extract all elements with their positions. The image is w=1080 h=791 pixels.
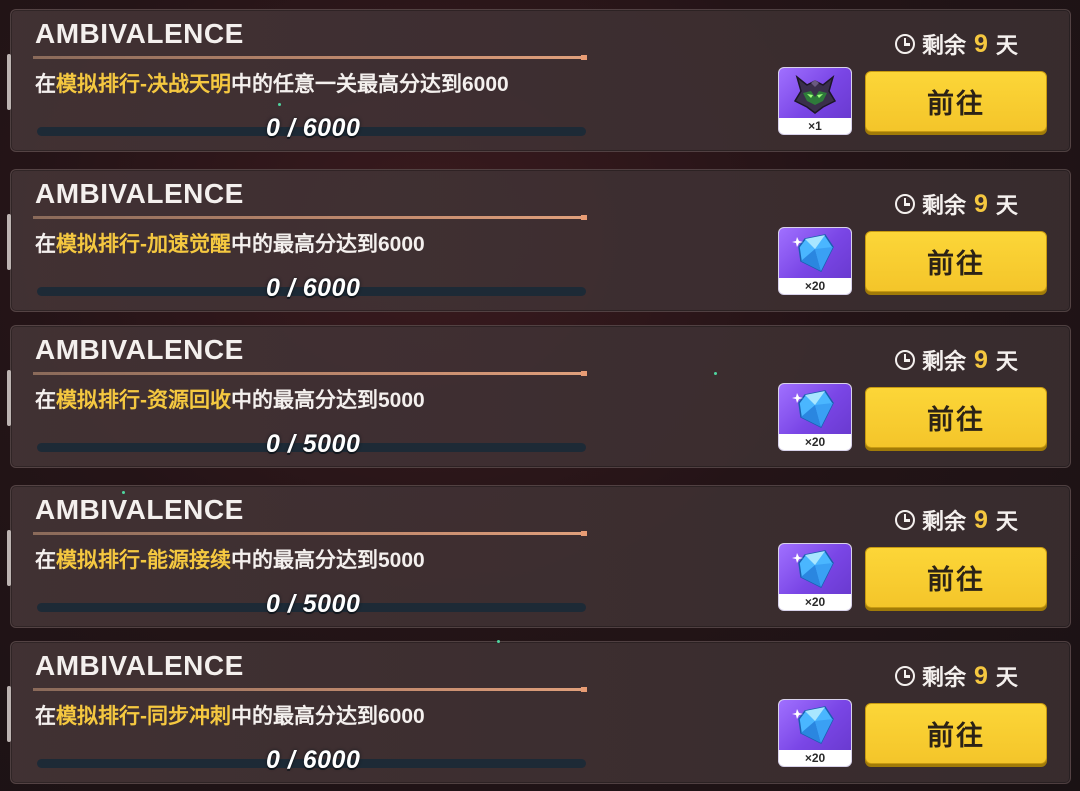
title-divider — [33, 371, 587, 376]
task-title: AMBIVALENCE — [35, 334, 244, 365]
timer-unit: 天 — [995, 193, 1018, 218]
timer-label: 剩余 — [922, 665, 967, 690]
background-sparkle — [714, 372, 717, 375]
progress-text: 0 / 6000 — [266, 114, 361, 142]
reward-count: ×20 — [804, 751, 826, 765]
timer-label: 剩余 — [922, 349, 967, 374]
timer-days: 9 — [974, 189, 988, 218]
background-sparkle — [278, 103, 281, 106]
progress-text: 0 / 5000 — [266, 590, 361, 618]
timer-days: 9 — [974, 505, 988, 534]
desc-suffix: 中的最高分达到5000 — [231, 549, 425, 572]
clock-icon — [895, 510, 915, 530]
desc-highlight: 模拟排行-资源回收 — [56, 389, 231, 412]
desc-suffix: 中的任意一关最高分达到6000 — [231, 73, 509, 96]
title-divider — [33, 55, 587, 60]
task-description: 在模拟排行-加速觉醒中的最高分达到6000 — [35, 228, 425, 258]
task-description: 在模拟排行-同步冲刺中的最高分达到6000 — [35, 700, 425, 730]
background-sparkle — [497, 640, 500, 643]
progress-text: 0 / 6000 — [266, 274, 361, 302]
clock-icon — [895, 194, 915, 214]
progress-text: 0 / 6000 — [266, 746, 361, 774]
task-title: AMBIVALENCE — [35, 650, 244, 681]
clock-icon — [895, 350, 915, 370]
go-button[interactable]: 前往 — [865, 547, 1047, 608]
reward-item[interactable]: ×20 — [779, 700, 851, 766]
timer-days: 9 — [974, 661, 988, 690]
title-divider — [33, 531, 587, 536]
desc-prefix: 在 — [35, 705, 56, 728]
timer-unit: 天 — [995, 33, 1018, 58]
reward-count: ×20 — [804, 595, 826, 609]
timer-label: 剩余 — [922, 193, 967, 218]
task-list: AMBIVALENCE 在模拟排行-决战天明中的任意一关最高分达到6000 0 … — [0, 0, 1080, 791]
desc-highlight: 模拟排行-加速觉醒 — [56, 233, 231, 256]
go-button[interactable]: 前往 — [865, 703, 1047, 764]
timer-label: 剩余 — [922, 509, 967, 534]
task-title: AMBIVALENCE — [35, 494, 244, 525]
background-sparkle — [122, 491, 125, 494]
reward-count: ×1 — [808, 119, 822, 133]
time-remaining: 剩余 9 天 — [895, 29, 1018, 59]
task-card: AMBIVALENCE 在模拟排行-加速觉醒中的最高分达到6000 0 / 60… — [7, 169, 1071, 312]
progress-text: 0 / 5000 — [266, 430, 361, 458]
crystal-icon — [792, 550, 834, 589]
desc-prefix: 在 — [35, 233, 56, 256]
clock-icon — [895, 34, 915, 54]
desc-suffix: 中的最高分达到6000 — [231, 705, 425, 728]
go-button[interactable]: 前往 — [865, 387, 1047, 448]
desc-highlight: 模拟排行-能源接续 — [56, 549, 231, 572]
mecha-helmet-icon — [793, 74, 837, 114]
time-remaining: 剩余 9 天 — [895, 661, 1018, 691]
task-title: AMBIVALENCE — [35, 18, 244, 49]
desc-suffix: 中的最高分达到5000 — [231, 389, 425, 412]
task-description: 在模拟排行-能源接续中的最高分达到5000 — [35, 544, 425, 574]
go-button[interactable]: 前往 — [865, 231, 1047, 292]
desc-highlight: 模拟排行-同步冲刺 — [56, 705, 231, 728]
reward-count: ×20 — [804, 279, 826, 293]
task-description: 在模拟排行-决战天明中的任意一关最高分达到6000 — [35, 68, 509, 98]
time-remaining: 剩余 9 天 — [895, 505, 1018, 535]
reward-count: ×20 — [804, 435, 826, 449]
desc-prefix: 在 — [35, 549, 56, 572]
desc-suffix: 中的最高分达到6000 — [231, 233, 425, 256]
task-card: AMBIVALENCE 在模拟排行-同步冲刺中的最高分达到6000 0 / 60… — [7, 641, 1071, 784]
title-divider — [33, 687, 587, 692]
crystal-icon — [792, 234, 834, 273]
crystal-icon — [792, 390, 834, 429]
task-description: 在模拟排行-资源回收中的最高分达到5000 — [35, 384, 425, 414]
timer-unit: 天 — [995, 509, 1018, 534]
desc-highlight: 模拟排行-决战天明 — [56, 73, 231, 96]
timer-label: 剩余 — [922, 33, 967, 58]
timer-unit: 天 — [995, 349, 1018, 374]
task-card: AMBIVALENCE 在模拟排行-决战天明中的任意一关最高分达到6000 0 … — [7, 9, 1071, 152]
clock-icon — [895, 666, 915, 686]
reward-item[interactable]: ×20 — [779, 544, 851, 610]
reward-item[interactable]: ×1 — [779, 68, 851, 134]
desc-prefix: 在 — [35, 73, 56, 96]
reward-item[interactable]: ×20 — [779, 228, 851, 294]
timer-days: 9 — [974, 345, 988, 374]
timer-unit: 天 — [995, 665, 1018, 690]
reward-item[interactable]: ×20 — [779, 384, 851, 450]
time-remaining: 剩余 9 天 — [895, 345, 1018, 375]
time-remaining: 剩余 9 天 — [895, 189, 1018, 219]
go-button[interactable]: 前往 — [865, 71, 1047, 132]
title-divider — [33, 215, 587, 220]
task-card: AMBIVALENCE 在模拟排行-资源回收中的最高分达到5000 0 / 50… — [7, 325, 1071, 468]
task-card: AMBIVALENCE 在模拟排行-能源接续中的最高分达到5000 0 / 50… — [7, 485, 1071, 628]
timer-days: 9 — [974, 29, 988, 58]
task-title: AMBIVALENCE — [35, 178, 244, 209]
desc-prefix: 在 — [35, 389, 56, 412]
crystal-icon — [792, 706, 834, 745]
